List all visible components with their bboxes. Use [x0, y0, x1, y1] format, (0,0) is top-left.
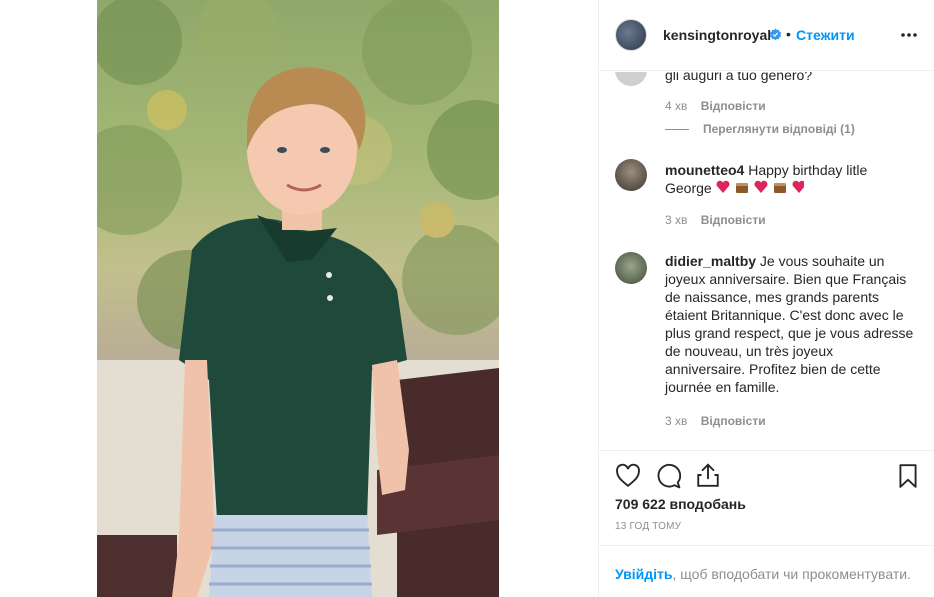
- login-link[interactable]: Увійдіть: [615, 566, 673, 582]
- bookmark-icon[interactable]: [895, 463, 921, 489]
- commenter-username[interactable]: didier_maltby: [665, 253, 756, 269]
- hearts-and-cakes-icon: [716, 181, 806, 194]
- view-replies-button[interactable]: Переглянути відповіді (1): [665, 122, 855, 136]
- comment-icon[interactable]: [655, 463, 681, 489]
- post-side-panel: kensingtonroyal • Стежити gli auguri a t…: [598, 0, 934, 597]
- verified-badge-icon: [769, 28, 782, 41]
- comment-time[interactable]: 3 хв: [665, 414, 687, 428]
- comment-text: gli auguri a tuo genero?: [665, 72, 813, 83]
- login-prompt-text: Увійдіть, щоб вподобати чи прокоментуват…: [615, 566, 911, 582]
- login-prompt-rest: , щоб вподобати чи прокоментувати.: [672, 566, 911, 582]
- comments-list[interactable]: gli auguri a tuo genero? 4 хв Відповісти…: [599, 72, 934, 450]
- comment-meta: 3 хв Відповісти: [665, 213, 766, 227]
- comment-time[interactable]: 3 хв: [665, 213, 687, 227]
- comment-meta: 3 хв Відповісти: [665, 414, 766, 428]
- media-area: [0, 0, 598, 597]
- login-prompt: Увійдіть, щоб вподобати чи прокоментуват…: [599, 545, 934, 597]
- replies-divider: [665, 129, 689, 131]
- comment-meta: 4 хв Відповісти: [665, 99, 766, 113]
- reply-button[interactable]: Відповісти: [701, 213, 766, 227]
- likes-count[interactable]: 709 622 вподобань: [615, 496, 746, 512]
- commenter-avatar[interactable]: [615, 72, 647, 86]
- post-time[interactable]: 13 ГОД ТОМУ: [615, 521, 681, 532]
- commenter-avatar[interactable]: [615, 159, 647, 191]
- emoji-sequence: [716, 180, 806, 198]
- author-username[interactable]: kensingtonroyal: [663, 27, 771, 43]
- comment-text: Je vous souhaite un joyeux anniversaire.…: [665, 253, 914, 395]
- more-options-icon[interactable]: [899, 26, 919, 44]
- comment-body: didier_maltby Je vous souhaite un joyeux…: [665, 252, 917, 396]
- header-separator: •: [786, 26, 791, 42]
- heart-icon[interactable]: [615, 463, 641, 489]
- commenter-avatar[interactable]: [615, 252, 647, 284]
- photo-illustration: [97, 0, 499, 597]
- reply-button[interactable]: Відповісти: [701, 414, 766, 428]
- post-photo[interactable]: [97, 0, 499, 597]
- author-avatar[interactable]: [615, 19, 647, 51]
- post-actions: 709 622 вподобань 13 ГОД ТОМУ: [599, 450, 934, 545]
- view-replies-label: Переглянути відповіді (1): [703, 122, 855, 136]
- comment-time[interactable]: 4 хв: [665, 99, 687, 113]
- follow-button[interactable]: Стежити: [796, 27, 855, 43]
- post-header: kensingtonroyal • Стежити: [599, 0, 934, 71]
- reply-button[interactable]: Відповісти: [701, 99, 766, 113]
- commenter-username[interactable]: mounetteo4: [665, 162, 744, 178]
- comment-body: mounetteo4 Happy birthday litle George: [665, 161, 917, 198]
- share-icon[interactable]: [695, 462, 721, 488]
